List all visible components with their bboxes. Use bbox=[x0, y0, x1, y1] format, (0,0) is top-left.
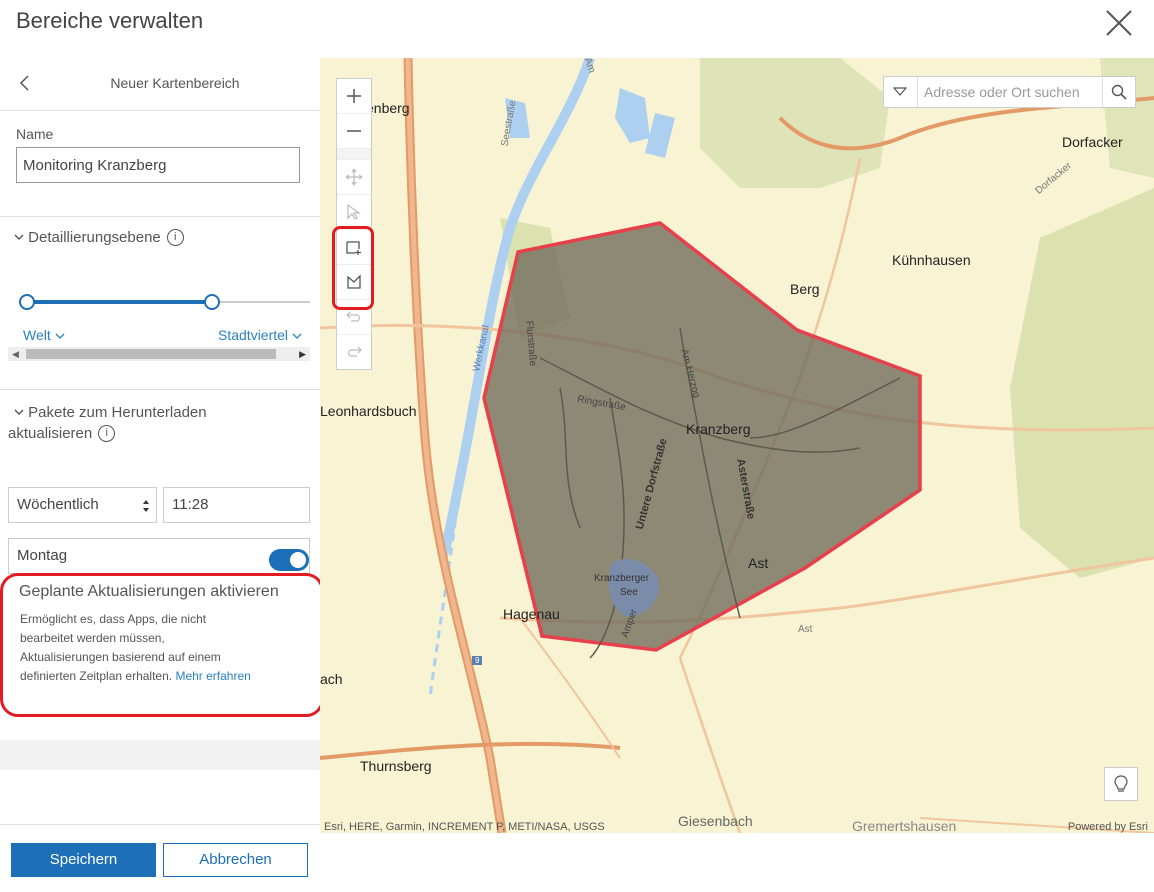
place-label: ach bbox=[320, 671, 343, 687]
place-label: enberg bbox=[366, 100, 410, 116]
info-icon[interactable]: i bbox=[98, 425, 116, 442]
select-button[interactable] bbox=[337, 195, 371, 230]
search-input[interactable]: Adresse oder Ort suchen bbox=[924, 84, 1080, 100]
route-shield: 9 bbox=[472, 656, 483, 665]
search-source-dropdown[interactable] bbox=[884, 77, 918, 107]
cancel-button[interactable]: Abbrechen bbox=[163, 843, 308, 877]
redo-icon bbox=[348, 346, 362, 357]
map-attribution: Esri, HERE, Garmin, INCREMENT P, METI/NA… bbox=[324, 821, 605, 833]
lightbulb-icon bbox=[1114, 775, 1128, 792]
scheduled-updates-toggle[interactable] bbox=[269, 549, 309, 571]
undo-icon bbox=[346, 311, 360, 322]
place-label: Dorfacker bbox=[1062, 134, 1123, 150]
street-label: See bbox=[620, 587, 638, 598]
detail-section: Detaillierungsebene i Welt Stadtviertel ◀… bbox=[0, 217, 320, 390]
name-section: Name bbox=[0, 111, 320, 217]
horizontal-scrollbar[interactable]: ◀ ▶ bbox=[8, 347, 310, 361]
time-value: 11:28 bbox=[172, 496, 209, 513]
toggle-knob bbox=[290, 552, 306, 568]
place-label: Gremertshausen bbox=[852, 818, 957, 833]
slider-max-label[interactable]: Stadtviertel bbox=[218, 327, 302, 343]
search-icon bbox=[1111, 84, 1127, 100]
place-label: Thurnsberg bbox=[360, 758, 432, 774]
scroll-right-icon[interactable]: ▶ bbox=[299, 349, 306, 360]
dialog-title: Bereiche verwalten bbox=[16, 8, 204, 33]
chevron-down-icon bbox=[292, 333, 302, 339]
minus-icon bbox=[347, 130, 361, 132]
chevron-down-icon bbox=[14, 409, 24, 415]
chevron-down-icon bbox=[55, 333, 65, 339]
place-label: Kranzberg bbox=[686, 421, 751, 437]
powered-by[interactable]: Powered by Esri bbox=[1068, 821, 1148, 833]
panel-spacer bbox=[0, 740, 320, 770]
select-arrows-icon bbox=[143, 500, 149, 512]
cursor-icon bbox=[347, 203, 361, 220]
place-label: Kühnhausen bbox=[892, 252, 971, 268]
map-toolbar bbox=[336, 78, 372, 370]
panel-footer: Speichern Abbrechen bbox=[0, 824, 320, 892]
street-label: Kranzberger bbox=[594, 573, 650, 584]
day-select[interactable]: Montag bbox=[8, 538, 310, 574]
map-canvas bbox=[320, 58, 1154, 833]
close-icon[interactable] bbox=[1104, 8, 1134, 38]
name-input[interactable] bbox=[16, 147, 300, 183]
zoom-out-button[interactable] bbox=[337, 114, 371, 149]
name-label: Name bbox=[16, 126, 54, 142]
tool-highlight-box bbox=[332, 226, 374, 310]
packages-section-header[interactable]: Pakete zum Herunterladen bbox=[14, 401, 207, 425]
detail-slider-range bbox=[26, 300, 212, 304]
toolbar-spacer bbox=[337, 149, 371, 160]
frequency-value: Wöchentlich bbox=[17, 496, 99, 513]
detail-section-title: Detaillierungsebene bbox=[28, 229, 161, 246]
place-label: Leonhardsbuch bbox=[320, 403, 417, 419]
panel-title: Neuer Kartenbereich bbox=[110, 75, 240, 91]
packages-title-line2: aktualisieren bbox=[8, 425, 93, 442]
hint-button[interactable] bbox=[1104, 767, 1138, 801]
place-label: Giesenbach bbox=[678, 813, 753, 829]
chevron-down-icon bbox=[14, 234, 24, 240]
detail-section-header[interactable]: Detaillierungsebene i bbox=[14, 229, 184, 246]
chevron-down-icon bbox=[893, 87, 907, 96]
time-input[interactable]: 11:28 bbox=[163, 487, 310, 523]
place-label: Berg bbox=[790, 281, 820, 297]
slider-min-label[interactable]: Welt bbox=[23, 327, 65, 343]
packages-title-line1: Pakete zum Herunterladen bbox=[28, 404, 207, 421]
zoom-in-button[interactable] bbox=[337, 79, 371, 114]
map-view[interactable]: enberg Dorfacker Kühnhausen Berg Leonhar… bbox=[320, 58, 1154, 833]
pan-button[interactable] bbox=[337, 160, 371, 195]
search-button[interactable] bbox=[1102, 77, 1135, 107]
day-value: Montag bbox=[17, 547, 68, 564]
slider-max-handle[interactable] bbox=[204, 294, 220, 310]
slider-min-handle[interactable] bbox=[19, 294, 35, 310]
packages-title-line2-row: aktualisieren i bbox=[8, 425, 116, 442]
scroll-left-icon[interactable]: ◀ bbox=[12, 349, 19, 360]
info-icon[interactable]: i bbox=[166, 229, 184, 246]
highlight-box bbox=[0, 573, 324, 717]
scrollbar-thumb[interactable] bbox=[26, 349, 276, 359]
redo-button[interactable] bbox=[337, 335, 371, 369]
place-label: Ast bbox=[748, 555, 769, 571]
panel-nav: Neuer Kartenbereich bbox=[0, 58, 320, 111]
map-search: Adresse oder Ort suchen bbox=[883, 76, 1136, 108]
move-icon bbox=[345, 168, 363, 186]
street-label: Ast bbox=[798, 624, 813, 635]
dialog-header: Bereiche verwalten bbox=[0, 0, 1154, 58]
plus-icon bbox=[347, 89, 361, 103]
save-button[interactable]: Speichern bbox=[11, 843, 156, 877]
frequency-select[interactable]: Wöchentlich bbox=[8, 487, 157, 523]
place-label: Hagenau bbox=[503, 606, 560, 622]
